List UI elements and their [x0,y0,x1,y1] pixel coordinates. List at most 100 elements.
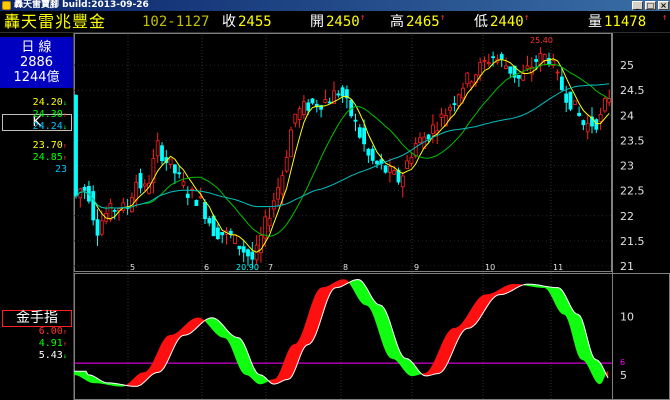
indicator-label-button[interactable]: 金手指 [2,310,72,327]
candle-body [177,172,182,175]
price-tick-label: 24.5 [620,84,645,97]
indicator-band-segment [577,313,581,359]
period-panel[interactable]: 日 線 2886 1244億 [0,37,73,88]
indicator-band-segment [357,279,361,302]
indicator-band-segment [475,298,479,325]
candle-body [400,175,405,188]
ma-value-1: 24.20↓ [33,97,67,109]
candle-body [499,54,504,60]
candle-body [375,160,379,165]
month-tick-label: 8 [343,263,348,272]
indicator-band-segment [135,374,139,387]
candle-body [392,170,397,175]
candle-body [327,101,332,104]
price-tick-label: 24 [620,109,634,122]
candle-body [478,62,483,76]
indicator-band-segment [259,374,263,385]
indicator-band-segment [75,371,79,376]
indicator-band-segment [477,296,481,322]
ma2-value-3-text: 23 [54,164,67,175]
window-titlebar[interactable]: 轟天雷寶腳 build:2013-09-26 _ □ × [0,0,670,11]
ma2-value-1-arrow-icon: ↑ [62,142,67,150]
candle-body [353,119,358,122]
candle-body [516,74,521,79]
indicator-value-3-text: 5.43 [38,350,63,361]
indicator-band-segment [187,320,191,335]
month-tick-label: 6 [204,263,209,272]
indicator-band-segment [441,339,445,373]
candle-body [134,181,139,201]
candle-body [486,62,491,65]
indicator-band-segment [469,307,473,329]
indicator-band-segment [445,331,449,367]
stock-name[interactable]: 轟天雷兆豐金 [4,11,106,33]
ma2-value-2-arrow-icon: ↑ [62,154,67,162]
indicator-band-segment [383,307,387,352]
indicator-band-segment [239,337,243,373]
indicator-band-segment [499,287,503,295]
indicator-reference-label: 6 [620,358,625,367]
candle-body [301,101,306,115]
sidebar: 日 線 2886 1244億 K 24.20↓ 24.30↑ 24.24↓ 23… [0,33,74,400]
candle-body [572,100,577,105]
close-button[interactable]: × [658,1,669,10]
indicator-band-segment [79,371,83,379]
candle-body [418,137,422,144]
indicator-band-segment [405,358,409,375]
indicator-band-segment [407,358,411,376]
close-value: 2455 [238,14,272,30]
candle-body [413,143,418,157]
low-up-arrow-icon: ↑ [524,13,530,23]
indicator-value-3: 5.43↓ [39,350,67,362]
indicator-band-segment [403,357,407,374]
month-tick-label: 11 [553,263,563,272]
candle-body [405,160,410,169]
indicator-band-segment [439,343,443,374]
candle-body [598,113,603,122]
candle-body [250,251,255,260]
candle-body [603,98,607,112]
indicator-band-segment [77,371,81,377]
ma-value-2-arrow-icon: ↑ [62,111,67,119]
candle-body [366,148,371,156]
indicator-band-segment [211,317,215,332]
indicator-band-segment [83,371,87,381]
indicator-band-segment [497,288,501,296]
indicator-band-segment [287,347,291,380]
ma2-value-2: 24.85↑ [33,152,67,164]
month-tick-label: 5 [130,263,135,272]
indicator-band-segment [215,318,219,336]
open-up-arrow-icon: ↑ [360,13,366,23]
candle-body [465,72,470,85]
chart-area[interactable]: 25 24.5 24 23.5 23 22.5 22 21.5 21 5 6 7 8 9 10 11 25.40… [73,33,670,400]
indicator-band-segment [139,372,143,386]
candle-body [555,71,560,74]
indicator-band-segment [163,336,167,369]
candle-body [585,122,590,133]
indicator-band-segment [291,344,295,377]
indicator-band-segment [307,309,311,345]
month-tick-label: 7 [268,263,273,272]
indicator-band-segment [359,279,363,304]
indicator-band-segment [409,359,413,377]
candle-body [362,127,367,145]
candle-body [284,157,289,172]
candle-body [430,124,435,135]
indicator-band-segment [285,351,289,380]
indicator-value-2-arrow-icon: ↑ [62,340,67,348]
minimize-button[interactable]: _ [632,1,643,10]
open-label: 開 [310,14,324,30]
candle-body [521,72,526,81]
maximize-button[interactable]: □ [645,1,656,10]
candle-body [336,93,341,96]
candle-body [203,201,207,220]
indicator-band-segment [137,373,141,387]
candle-body [607,98,612,103]
candle-body [387,166,392,173]
price-tick-label: 21 [620,260,634,273]
close-label: 收 [222,14,236,30]
chart-svg[interactable]: 25 24.5 24 23.5 23 22.5 22 21.5 21 5 6 7 8 9 10 11 25.40… [73,33,670,400]
candle-body [542,53,547,62]
price-tick-label: 25 [620,59,634,72]
candle-body [456,94,461,107]
